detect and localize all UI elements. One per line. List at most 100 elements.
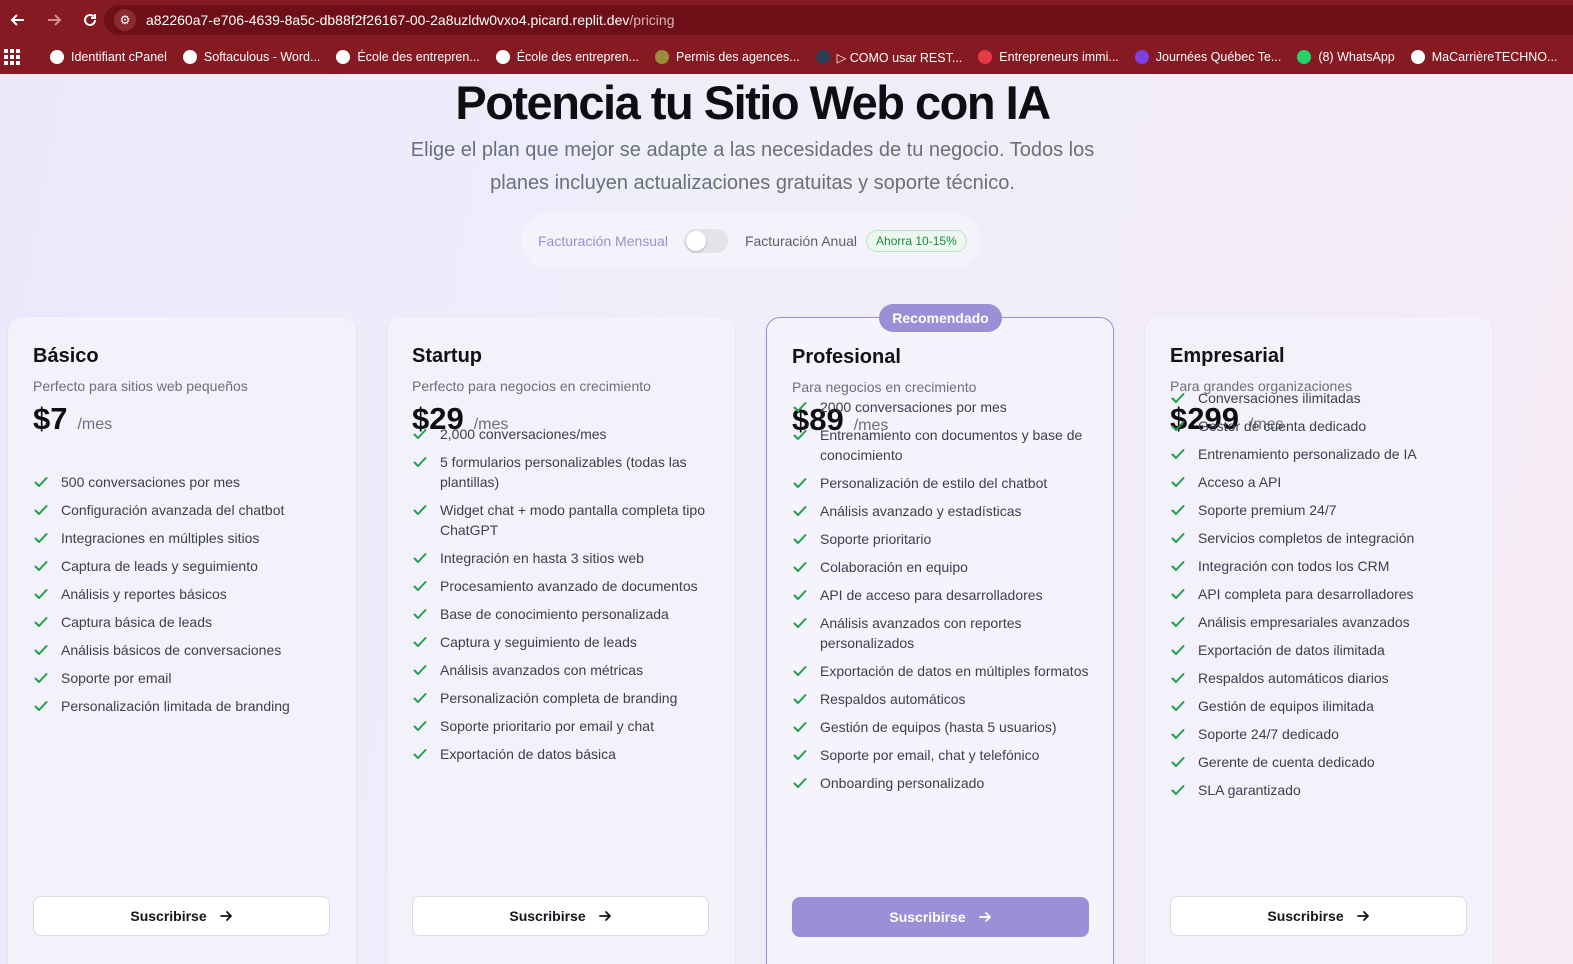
feature-text: Personalización de estilo del chatbot [820,475,1048,491]
feature-item: Base de conocimiento personalizada [412,604,712,624]
check-icon [1170,556,1188,576]
billing-monthly-label[interactable]: Facturación Mensual [538,233,668,249]
bookmark-item[interactable]: Journées Québec Te... [1134,50,1282,64]
price-amount: $7 [33,401,68,436]
bookmark-favicon-icon [336,50,351,64]
feature-text: Exportación de datos básica [440,746,616,762]
bookmark-item[interactable]: École des entrepren... [336,50,480,64]
feature-text: Análisis básicos de conversaciones [61,642,282,658]
check-icon [412,452,430,472]
bookmark-item[interactable]: Permis des agences... [655,50,800,64]
feature-item: Análisis avanzado y estadísticas [792,501,1092,521]
subscribe-button[interactable]: Suscribirse [412,896,709,936]
bookmark-label: ▷ COMO usar REST... [836,50,963,65]
check-icon [792,689,810,709]
feature-item: Configuración avanzada del chatbot [33,500,333,520]
bookmark-item[interactable]: Identifiant cPanel [50,50,167,64]
subscribe-button-label: Suscribirse [1267,908,1344,924]
feature-item: Widget chat + modo pantalla completa tip… [412,500,712,540]
feature-text: Servicios completos de integración [1198,530,1415,546]
bookmark-favicon-icon [1410,50,1425,64]
feature-list: 500 conversaciones por mes Configuración … [33,472,333,724]
bookmark-item[interactable]: MaCarrièreTECHNO... [1410,50,1557,64]
bookmark-item[interactable]: (8) WhatsApp [1297,50,1395,64]
check-icon [33,640,51,660]
feature-item: Captura y seguimiento de leads [412,632,712,652]
check-icon [1170,696,1188,716]
check-icon [792,613,810,633]
check-icon [412,424,430,444]
billing-annual-label[interactable]: Facturación Anual [745,233,857,249]
check-icon [33,584,51,604]
url-field[interactable]: ⚙ a82260a7-e706-4639-8a5c-db88f2f26167-0… [104,5,1573,35]
feature-text: Exportación de datos ilimitada [1198,642,1385,658]
plan-card-bsico: Básico Perfecto para sitios web pequeños $… [8,317,356,964]
bookmark-item[interactable]: ▷ COMO usar REST... [815,50,963,65]
feature-item: Análisis avanzados con métricas [412,660,712,680]
plan-name: Básico [33,345,99,367]
feature-item: Análisis avanzados con reportes personal… [792,613,1092,653]
feature-item: Exportación de datos en múltiples format… [792,661,1092,681]
check-icon [792,529,810,549]
savings-badge: Ahorra 10-15% [866,230,967,252]
bookmark-item[interactable]: Entrepreneurs immi... [978,50,1119,64]
check-icon [1170,668,1188,688]
feature-item: Soporte premium 24/7 [1170,500,1470,520]
check-icon [1170,388,1188,408]
feature-item: Colaboración en equipo [792,557,1092,577]
apps-grid-icon[interactable] [4,49,20,65]
bookmark-favicon-icon [495,50,510,64]
subscribe-button[interactable]: Suscribirse [1170,896,1467,936]
check-icon [412,632,430,652]
check-icon [1170,416,1188,436]
feature-text: Análisis empresariales avanzados [1198,614,1410,630]
feature-text: Integración en hasta 3 sitios web [440,550,644,566]
site-settings-icon[interactable]: ⚙ [114,9,136,31]
plan-name: Profesional [792,346,901,368]
feature-text: Análisis avanzado y estadísticas [820,503,1022,519]
bookmark-label: Entrepreneurs immi... [999,50,1119,64]
feature-text: Soporte 24/7 dedicado [1198,726,1339,742]
reload-icon[interactable] [72,0,108,40]
subscribe-button[interactable]: Suscribirse [33,896,330,936]
feature-item: Respaldos automáticos diarios [1170,668,1470,688]
feature-item: Entrenamiento personalizado de IA [1170,444,1470,464]
bookmark-label: École des entrepren... [516,50,639,64]
feature-item: Captura de leads y seguimiento [33,556,333,576]
subscribe-button[interactable]: Suscribirse [792,897,1089,937]
bookmark-favicon-icon [815,50,830,64]
url-path: /pricing [629,12,675,28]
bookmark-label: École des entrepren... [357,50,480,64]
price-period: /mes [77,416,113,433]
bookmark-favicon-icon [1134,50,1149,64]
feature-item: Integración en hasta 3 sitios web [412,548,712,568]
check-icon [1170,584,1188,604]
feature-text: Captura de leads y seguimiento [61,558,258,574]
bookmark-item[interactable]: École des entrepren... [495,50,639,64]
feature-text: Acceso a API [1198,474,1282,490]
feature-text: Personalización limitada de branding [61,698,290,714]
bookmark-label: (8) WhatsApp [1318,50,1395,64]
bookmarks-bar: Identifiant cPanel Softaculous - Word... É… [0,40,1573,74]
feature-text: Entrenamiento con documentos y base de c… [820,427,1083,463]
check-icon [1170,724,1188,744]
feature-text: Análisis y reportes básicos [61,586,227,602]
feature-item: Integración con todos los CRM [1170,556,1470,576]
bookmark-favicon-icon [978,50,993,64]
feature-text: Análisis avanzados con métricas [440,662,644,678]
bookmark-label: Journées Québec Te... [1155,50,1282,64]
check-icon [1170,780,1188,800]
pricing-page: Potencia tu Sitio Web con IA Elige el pl… [0,74,1573,964]
check-icon [33,668,51,688]
back-arrow-icon[interactable] [0,0,36,40]
feature-text: 500 conversaciones por mes [61,474,240,490]
forward-arrow-icon[interactable] [36,0,72,40]
check-icon [412,500,430,520]
check-icon [792,501,810,521]
arrow-right-icon [598,909,612,923]
feature-text: Conversaciones ilimitadas [1198,390,1361,406]
arrow-right-icon [978,910,992,924]
bookmark-item[interactable]: Softaculous - Word... [182,50,320,64]
feature-text: Configuración avanzada del chatbot [61,502,285,518]
billing-toggle-switch[interactable] [683,229,728,253]
